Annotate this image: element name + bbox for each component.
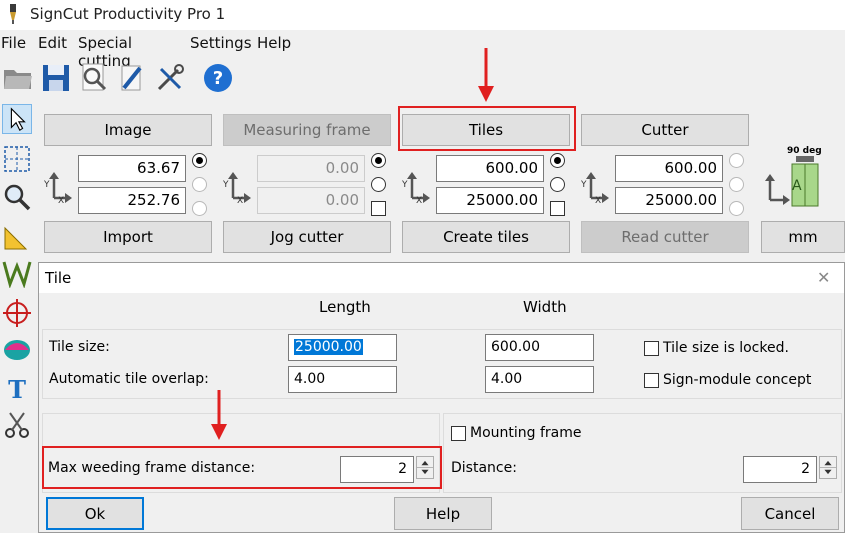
y-axis-label: Y <box>402 180 408 190</box>
image-button[interactable]: Image <box>44 114 212 146</box>
tools-icon[interactable] <box>154 62 186 94</box>
menu-edit[interactable]: Edit <box>38 34 67 52</box>
tile-size-label: Tile size: <box>49 339 110 355</box>
cutter-radio-2[interactable] <box>729 177 744 192</box>
weed-icon[interactable] <box>2 258 32 288</box>
mounting-frame-checkbox[interactable] <box>451 426 466 441</box>
y-axis-label: Y <box>223 180 229 190</box>
measuring-y-field[interactable]: 0.00 <box>257 187 365 214</box>
overlap-width-input[interactable]: 4.00 <box>485 366 594 393</box>
media-orientation-icon[interactable]: A <box>762 156 824 214</box>
cutter-radio-1[interactable] <box>729 153 744 168</box>
window-titlebar: SignCut Productivity Pro 1 <box>0 0 845 30</box>
image-radio-3[interactable] <box>192 201 207 216</box>
y-axis-label: Y <box>581 180 587 190</box>
svg-text:T: T <box>8 375 26 404</box>
unit-button[interactable]: mm <box>761 221 845 253</box>
max-weeding-spinner[interactable] <box>416 456 434 479</box>
image-radio-2[interactable] <box>192 177 207 192</box>
measuring-radio-2[interactable] <box>371 177 386 192</box>
ruler-icon[interactable] <box>2 222 32 252</box>
tiles-checkbox[interactable] <box>550 201 565 216</box>
help-icon[interactable]: ? <box>202 62 234 94</box>
cutter-radio-3[interactable] <box>729 201 744 216</box>
color-icon[interactable] <box>2 334 32 364</box>
menu-file[interactable]: File <box>1 34 26 52</box>
distance-input[interactable]: 2 <box>743 456 817 483</box>
distance-spinner[interactable] <box>819 456 837 479</box>
distance-label: Distance: <box>451 460 517 476</box>
tiles-radio-2[interactable] <box>550 177 565 192</box>
image-radio-1[interactable] <box>192 153 207 168</box>
max-weeding-input[interactable]: 2 <box>340 456 414 483</box>
grid-select-icon[interactable] <box>2 144 32 174</box>
create-tiles-button[interactable]: Create tiles <box>402 221 570 253</box>
red-arrow-annotation <box>478 48 494 102</box>
measuring-checkbox[interactable] <box>371 201 386 216</box>
help-button[interactable]: Help <box>394 497 492 530</box>
pointer-icon[interactable] <box>2 104 32 134</box>
y-axis-label: Y <box>44 180 50 190</box>
tiles-y-field[interactable]: 25000.00 <box>436 187 544 214</box>
overlap-length-input[interactable]: 4.00 <box>288 366 397 393</box>
image-x-field[interactable]: 63.67 <box>78 155 186 182</box>
max-weeding-label: Max weeding frame distance: <box>48 460 256 476</box>
app-title: SignCut Productivity Pro 1 <box>30 5 226 23</box>
open-folder-icon[interactable] <box>2 62 34 94</box>
dialog-title: Tile <box>45 269 72 287</box>
tiles-radio-1[interactable] <box>550 153 565 168</box>
import-button[interactable]: Import <box>44 221 212 253</box>
svg-text:A: A <box>792 178 802 194</box>
cutter-y-field[interactable]: 25000.00 <box>615 187 723 214</box>
tiles-button[interactable]: Tiles <box>402 114 570 146</box>
x-axis-label: X <box>416 196 423 206</box>
cancel-button[interactable]: Cancel <box>741 497 839 530</box>
menu-help[interactable]: Help <box>257 34 291 52</box>
zoom-document-icon[interactable] <box>78 62 110 94</box>
tile-size-locked-label: Tile size is locked. <box>663 340 789 356</box>
rotation-label: 90 deg <box>787 146 822 156</box>
svg-text:?: ? <box>213 68 223 89</box>
zoom-icon[interactable] <box>2 182 32 212</box>
ok-button[interactable]: Ok <box>46 497 144 530</box>
x-axis-label: X <box>237 196 244 206</box>
scissors-icon[interactable] <box>2 410 32 440</box>
measuring-x-field[interactable]: 0.00 <box>257 155 365 182</box>
crosshair-icon[interactable] <box>2 298 32 328</box>
cutter-button[interactable]: Cutter <box>581 114 749 146</box>
sign-module-checkbox[interactable] <box>644 373 659 388</box>
read-cutter-button[interactable]: Read cutter <box>581 221 749 253</box>
tile-size-length-input[interactable]: 25000.00 <box>288 334 397 361</box>
tile-dialog: Tile ✕ Length Width Tile size: 25000.00 … <box>38 262 845 533</box>
length-column-header: Length <box>319 298 371 316</box>
save-icon[interactable] <box>40 62 72 94</box>
mounting-frame-label: Mounting frame <box>470 425 582 441</box>
sign-module-label: Sign-module concept <box>663 372 812 388</box>
x-axis-label: X <box>595 196 602 206</box>
red-arrow-annotation <box>211 390 227 440</box>
selected-text: 25000.00 <box>294 339 363 355</box>
dialog-titlebar: Tile ✕ <box>39 263 844 293</box>
measuring-radio-1[interactable] <box>371 153 386 168</box>
width-column-header: Width <box>523 298 567 316</box>
measuring-frame-button[interactable]: Measuring frame <box>223 114 391 146</box>
tiles-x-field[interactable]: 600.00 <box>436 155 544 182</box>
close-icon[interactable]: ✕ <box>817 268 830 287</box>
x-axis-label: X <box>58 196 65 206</box>
text-icon[interactable]: T <box>2 374 32 404</box>
cutter-x-field[interactable]: 600.00 <box>615 155 723 182</box>
edit-pen-icon[interactable] <box>116 62 148 94</box>
menu-settings[interactable]: Settings <box>190 34 252 52</box>
jog-cutter-button[interactable]: Jog cutter <box>223 221 391 253</box>
tile-size-width-input[interactable]: 600.00 <box>485 334 594 361</box>
image-y-field[interactable]: 252.76 <box>78 187 186 214</box>
overlap-label: Automatic tile overlap: <box>49 371 209 387</box>
app-icon <box>10 4 16 24</box>
tile-size-locked-checkbox[interactable] <box>644 341 659 356</box>
